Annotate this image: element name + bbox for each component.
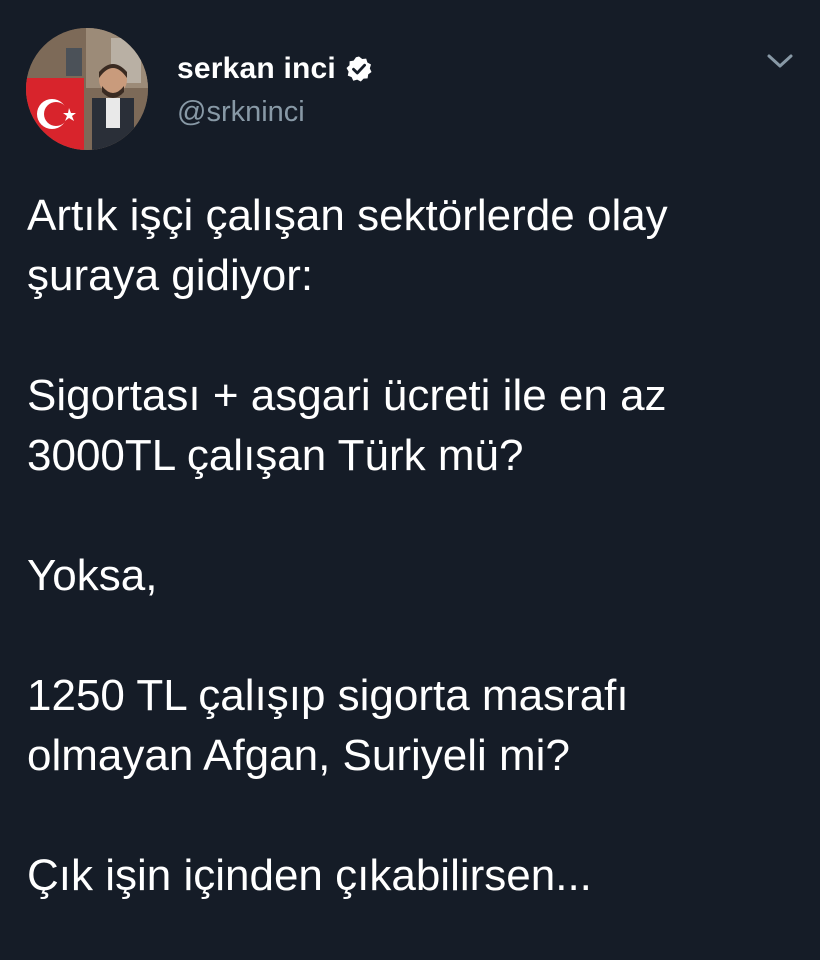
tweet-line: şuraya gidiyor: bbox=[27, 251, 314, 300]
tweet-paragraph: Çık işin içinden çıkabilirsen... bbox=[27, 846, 797, 906]
tweet-line: 3000TL çalışan Türk mü? bbox=[27, 431, 524, 480]
verified-badge-icon bbox=[345, 55, 373, 83]
tweet-paragraph: 1250 TL çalışıp sigorta masrafı olmayan … bbox=[27, 666, 797, 786]
author-name-row[interactable]: serkan inci bbox=[177, 49, 373, 89]
tweet-paragraph: Yoksa, bbox=[27, 546, 797, 606]
avatar-photo bbox=[26, 28, 148, 150]
chevron-down-icon[interactable] bbox=[765, 50, 795, 72]
tweet-line: Sigortası + asgari ücreti ile en az bbox=[27, 371, 667, 420]
tweet-line: olmayan Afgan, Suriyeli mi? bbox=[27, 731, 570, 780]
tweet-line: Yoksa, bbox=[27, 551, 158, 600]
tweet-line: Artık işçi çalışan sektörlerde olay bbox=[27, 191, 668, 240]
author-display-name[interactable]: serkan inci bbox=[177, 52, 336, 86]
avatar[interactable] bbox=[26, 28, 148, 150]
tweet-text: Artık işçi çalışan sektörlerde olay şura… bbox=[27, 186, 797, 906]
tweet-paragraph: Sigortası + asgari ücreti ile en az 3000… bbox=[27, 366, 797, 486]
tweet-line: Çık işin içinden çıkabilirsen... bbox=[27, 851, 592, 900]
author-handle[interactable]: @srkninci bbox=[177, 96, 305, 129]
tweet-paragraph: Artık işçi çalışan sektörlerde olay şura… bbox=[27, 186, 797, 306]
tweet-line: 1250 TL çalışıp sigorta masrafı bbox=[27, 671, 629, 720]
